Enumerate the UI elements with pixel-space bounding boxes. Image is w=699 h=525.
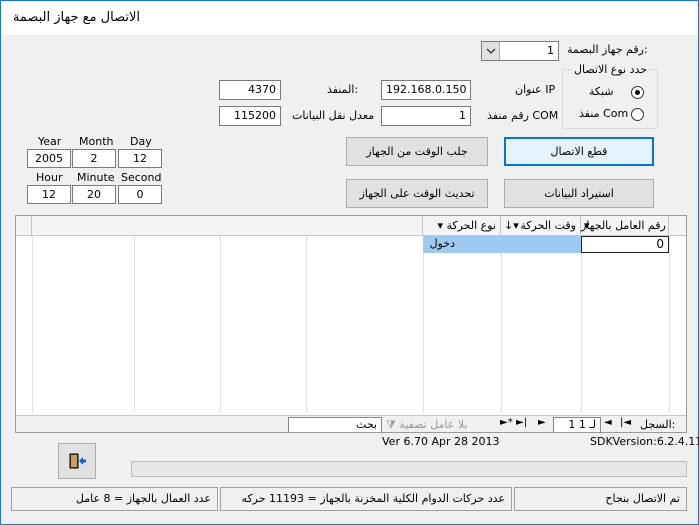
column-header-type-label: نوع الحركة bbox=[446, 219, 496, 232]
status-records-count: عدد حركات الدوام الكلية المخزنة بالجهاز … bbox=[220, 487, 512, 511]
hour-input[interactable]: 12 bbox=[27, 185, 71, 204]
device-number-label: رقم جهاز البصمة: bbox=[567, 43, 648, 56]
hour-label: Hour bbox=[36, 171, 63, 184]
import-data-button[interactable]: استيراد البيانات bbox=[504, 179, 654, 208]
com-radio-label: منفذ Com bbox=[579, 107, 629, 120]
year-label: Year bbox=[38, 135, 62, 148]
dropdown-button[interactable] bbox=[482, 42, 500, 60]
chevron-down-icon bbox=[486, 48, 496, 54]
minute-label: Minute bbox=[77, 171, 115, 184]
filter-status[interactable]: ⧩ بلا عامل تصفية bbox=[386, 418, 467, 432]
disconnect-button[interactable]: قطع الاتصال bbox=[504, 137, 654, 166]
employee-dropdown-icon: ▾ bbox=[584, 219, 590, 232]
filter-label: بلا عامل تصفية bbox=[399, 418, 468, 431]
port-label: المنفذ: bbox=[327, 83, 359, 96]
next-record-icon[interactable]: ► bbox=[538, 417, 546, 428]
row-type-cell[interactable]: دخول bbox=[423, 236, 501, 253]
ip-address-input[interactable]: 192.168.0.150 bbox=[381, 80, 471, 100]
exit-button[interactable] bbox=[58, 443, 96, 479]
progress-bar bbox=[131, 461, 687, 477]
get-time-button[interactable]: جلب الوقت من الجهاز bbox=[346, 137, 488, 166]
grid-header-empty bbox=[32, 216, 423, 236]
attendance-grid[interactable]: ▾ نوع الحركة ↓▾ وقت الحركة ▾ رقم العامل … bbox=[15, 215, 687, 433]
ip-address-label: عنوان IP bbox=[515, 83, 556, 96]
device-number-value: 1 bbox=[547, 44, 554, 57]
window-title: الاتصال مع جهاز البصمة bbox=[12, 10, 140, 25]
com-port-input[interactable]: 1 bbox=[381, 106, 471, 126]
main-window: الاتصال مع جهاز البصمة رقم جهاز البصمة: … bbox=[0, 0, 699, 525]
minute-input[interactable]: 20 bbox=[72, 185, 116, 204]
search-input[interactable]: بحث bbox=[288, 417, 382, 432]
first-record-icon[interactable]: |◄ bbox=[620, 417, 631, 428]
day-label: Day bbox=[130, 135, 152, 148]
second-label: Second bbox=[121, 171, 162, 184]
row-selector-header bbox=[669, 216, 686, 236]
record-navigator: السجل: |◄ ◄ 1 لـ 1 ► ►| ►* ⧩ بلا عامل تص… bbox=[16, 415, 686, 432]
status-users-count: عدد العمال بالجهاز = 8 عامل bbox=[11, 487, 218, 511]
sdk-version-label: SDKVersion:6.2.4.11 bbox=[590, 435, 699, 448]
column-header-time-label: وقت الحركة bbox=[520, 219, 576, 232]
sort-asc-icon: ↓▾ bbox=[504, 219, 519, 232]
year-input[interactable]: 2005 bbox=[27, 149, 71, 168]
day-input[interactable]: 12 bbox=[118, 149, 162, 168]
row-employee-cell[interactable]: 0 bbox=[581, 236, 669, 253]
filter-icon: ⧩ bbox=[386, 418, 396, 431]
baud-rate-input[interactable]: 115200 bbox=[219, 106, 281, 126]
record-label: السجل: bbox=[640, 418, 676, 431]
update-time-button[interactable]: تحديث الوقت على الجهاز bbox=[346, 179, 488, 208]
port-input[interactable]: 4370 bbox=[219, 80, 281, 100]
month-input[interactable]: 2 bbox=[72, 149, 116, 168]
title-bar: الاتصال مع جهاز البصمة bbox=[1, 1, 698, 35]
status-connection: تم الاتصال بنجاح bbox=[514, 487, 687, 511]
network-radio-label: شبكة bbox=[589, 85, 614, 98]
prev-record-icon[interactable]: ◄ bbox=[604, 417, 612, 428]
com-port-label: رقم منفذ COM bbox=[487, 109, 559, 122]
column-header-type[interactable]: ▾ نوع الحركة bbox=[423, 216, 501, 236]
last-record-icon[interactable]: ►| bbox=[516, 417, 527, 428]
sort-dropdown-icon: ▾ bbox=[437, 219, 443, 232]
com-radio[interactable] bbox=[631, 108, 644, 121]
grid-corner bbox=[16, 216, 32, 236]
row-time-cell[interactable] bbox=[501, 236, 581, 253]
second-input[interactable]: 0 bbox=[118, 185, 162, 204]
device-number-select[interactable]: 1 bbox=[481, 41, 559, 61]
baud-rate-label-text: معدل نقل البيانات bbox=[292, 109, 375, 122]
version-label: Ver 6.70 Apr 28 2013 bbox=[382, 435, 500, 448]
column-header-time[interactable]: ↓▾ وقت الحركة bbox=[501, 216, 581, 236]
column-header-employee[interactable]: ▾ رقم العامل بالجهاز bbox=[581, 216, 669, 236]
new-record-icon[interactable]: ►* bbox=[500, 417, 513, 428]
record-position-input[interactable]: 1 لـ 1 bbox=[553, 417, 601, 432]
connection-type-label: حدد نوع الاتصال bbox=[572, 63, 650, 76]
column-header-employee-label: رقم العامل بالجهاز bbox=[581, 219, 666, 232]
month-label: Month bbox=[79, 135, 114, 148]
exit-door-icon bbox=[69, 453, 86, 469]
connection-type-group bbox=[562, 69, 658, 129]
network-radio[interactable] bbox=[631, 86, 644, 99]
